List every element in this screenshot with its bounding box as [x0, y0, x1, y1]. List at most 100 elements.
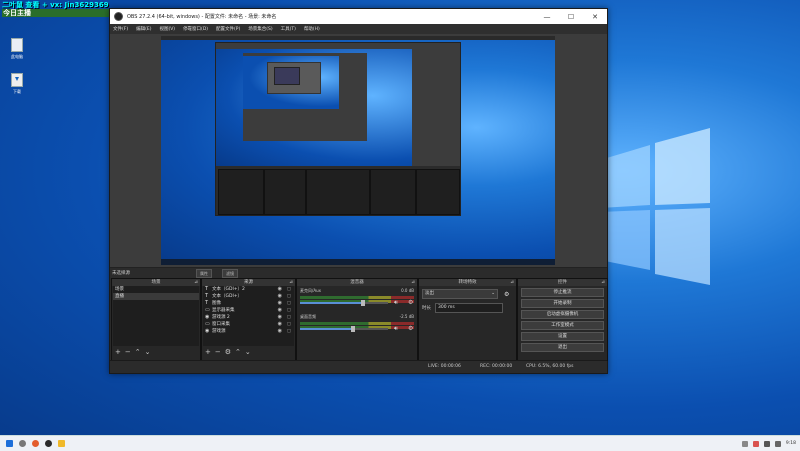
volume-icon[interactable]	[774, 440, 781, 447]
menu-view[interactable]: 视图(V)	[159, 26, 175, 32]
settings-button[interactable]: 设置	[521, 332, 604, 341]
transitions-header: 转场特效 ⊿	[419, 279, 516, 286]
eye-icon[interactable]: ◉	[278, 286, 282, 293]
monitor-icon: ▭	[205, 307, 210, 313]
eye-icon[interactable]: ◉	[278, 300, 282, 307]
properties-button[interactable]: 属性	[196, 269, 212, 278]
menu-tools[interactable]: 工具(T)	[281, 26, 296, 32]
source-item[interactable]: ◉ 游戏源 2 ◉ ▢	[203, 314, 294, 321]
gear-icon[interactable]: ⚙	[225, 348, 231, 356]
lock-icon[interactable]: ▢	[287, 314, 291, 321]
preview-canvas[interactable]	[161, 36, 555, 265]
lock-icon[interactable]: ▢	[287, 286, 291, 293]
volume-slider[interactable]	[300, 326, 388, 332]
chevron-down-icon: ⌄	[491, 291, 495, 296]
scenes-dock: 场景 ⊿ 场景 直播 + − ⌃ ⌄	[111, 278, 201, 361]
scene-item[interactable]: 直播	[113, 293, 199, 300]
eye-icon[interactable]: ◉	[278, 293, 282, 300]
remove-icon[interactable]: −	[215, 348, 221, 356]
studio-mode-button[interactable]: 工作室模式	[521, 321, 604, 330]
start-icon[interactable]	[6, 440, 13, 447]
menu-edit[interactable]: 编辑(E)	[136, 26, 151, 32]
minimize-button[interactable]: —	[535, 13, 559, 21]
speaker-icon[interactable]: 🔊︎	[394, 325, 398, 333]
stop-streaming-button[interactable]: 停止推流	[521, 288, 604, 297]
stream-overlay-text: 二叶鼠 查看 + vx: Jin3629369 今日主播	[2, 1, 109, 17]
title-bar[interactable]: OBS 27.2.4 (64-bit, windows) - 配置文件: 未命名…	[110, 9, 607, 24]
start-recording-button[interactable]: 开始录制	[521, 299, 604, 308]
volume-slider[interactable]	[300, 300, 388, 306]
menu-help[interactable]: 帮助(H)	[304, 26, 320, 32]
transition-select[interactable]: 淡出 ⌄	[422, 289, 498, 299]
search-icon[interactable]	[19, 440, 26, 447]
gear-icon[interactable]: ⚙	[504, 291, 509, 298]
browser-icon[interactable]	[32, 440, 39, 447]
eye-icon[interactable]: ◉	[278, 314, 282, 321]
menu-docks[interactable]: 停靠窗口(D)	[183, 26, 208, 32]
source-item[interactable]: ▭ 显示器采集 ◉ ▢	[203, 307, 294, 314]
lock-icon[interactable]: ▢	[287, 300, 291, 307]
source-toolbar: 未选择源 属性 滤镜	[110, 267, 607, 278]
scenes-list: 场景 直播	[113, 286, 199, 346]
filters-button[interactable]: 滤镜	[222, 269, 238, 278]
gear-icon[interactable]: ⚙	[408, 299, 413, 306]
close-button[interactable]: ✕	[583, 13, 607, 21]
sources-dock: 来源 ⊿ T 文本（GDI+）2 ◉ ▢ T 文本（GDI+） ◉ ▢ T 图像 ◉ ▢ ▭ 显示器采…	[201, 278, 296, 361]
maximize-button[interactable]: ☐	[559, 13, 583, 21]
obs-taskbar-icon[interactable]	[45, 440, 52, 447]
computer-icon	[11, 38, 23, 52]
add-icon[interactable]: +	[205, 348, 211, 356]
source-item[interactable]: T 图像 ◉ ▢	[203, 300, 294, 307]
lock-icon[interactable]: ▢	[287, 293, 291, 300]
add-icon[interactable]: +	[115, 348, 121, 356]
controls-dock: 控件 ⊿ 停止推流 开始录制 启动虚拟摄像机 工作室模式 设置 退出	[517, 278, 608, 361]
gamepad-icon: ◉	[205, 314, 210, 320]
eye-icon[interactable]: ◉	[278, 328, 282, 335]
no-source-label: 未选择源	[112, 271, 130, 276]
controls-header: 控件 ⊿	[518, 279, 607, 286]
virtual-camera-button[interactable]: 启动虚拟摄像机	[521, 310, 604, 319]
eye-icon[interactable]: ◉	[278, 307, 282, 314]
track-name: 麦克风/Aux	[300, 288, 321, 293]
eye-icon[interactable]: ◉	[278, 321, 282, 328]
source-item[interactable]: ◉ 游戏源 ◉ ▢	[203, 328, 294, 335]
cpu-status: CPU: 6.5%, 60.00 fps	[526, 364, 574, 369]
desktop-icon-downloads[interactable]: 下载	[5, 73, 29, 95]
source-item[interactable]: T 文本（GDI+） ◉ ▢	[203, 293, 294, 300]
lock-icon[interactable]: ▢	[287, 307, 291, 314]
text-icon: T	[205, 293, 209, 299]
remove-icon[interactable]: −	[125, 348, 131, 356]
folder-icon[interactable]	[58, 440, 65, 447]
menu-file[interactable]: 文件(F)	[113, 26, 128, 32]
nested-obs-capture	[215, 42, 461, 216]
move-up-icon[interactable]: ⌃	[235, 348, 241, 356]
clock[interactable]: 9:18	[786, 441, 796, 446]
exit-button[interactable]: 退出	[521, 343, 604, 352]
tray-icon[interactable]	[741, 440, 748, 447]
source-item[interactable]: T 文本（GDI+）2 ◉ ▢	[203, 286, 294, 293]
lock-icon[interactable]: ▢	[287, 321, 291, 328]
window-title: OBS 27.2.4 (64-bit, windows) - 配置文件: 未命名…	[127, 14, 277, 20]
speaker-icon[interactable]: 🔊︎	[394, 299, 398, 307]
windows-taskbar: 9:18	[0, 435, 800, 451]
mixer-track-mic: 麦克风/Aux 0.0 dB 🔊︎ ⚙	[300, 288, 414, 312]
live-status: LIVE: 00:00:06	[428, 364, 461, 369]
gear-icon[interactable]: ⚙	[408, 325, 413, 332]
network-icon[interactable]	[763, 440, 770, 447]
move-up-icon[interactable]: ⌃	[135, 348, 141, 356]
scenes-header: 场景 ⊿	[112, 279, 200, 286]
move-down-icon[interactable]: ⌄	[245, 348, 251, 356]
overlay-line-1: 二叶鼠 查看 + vx: Jin3629369	[2, 1, 109, 9]
tray-icon[interactable]	[752, 440, 759, 447]
duration-input[interactable]: 300 ms	[435, 303, 503, 313]
menu-scene-collection[interactable]: 场景集合(S)	[248, 26, 272, 32]
track-name: 桌面音频	[300, 314, 316, 319]
menu-profile[interactable]: 配置文件(P)	[216, 26, 240, 32]
mixer-header: 混音器 ⊿	[297, 279, 417, 286]
scene-item[interactable]: 场景	[113, 286, 199, 293]
desktop-icon-this-pc[interactable]: 此电脑	[5, 38, 29, 60]
lock-icon[interactable]: ▢	[287, 328, 291, 335]
source-item[interactable]: ▭ 窗口采集 ◉ ▢	[203, 321, 294, 328]
track-db: -2.5 dB	[399, 314, 414, 319]
move-down-icon[interactable]: ⌄	[145, 348, 151, 356]
